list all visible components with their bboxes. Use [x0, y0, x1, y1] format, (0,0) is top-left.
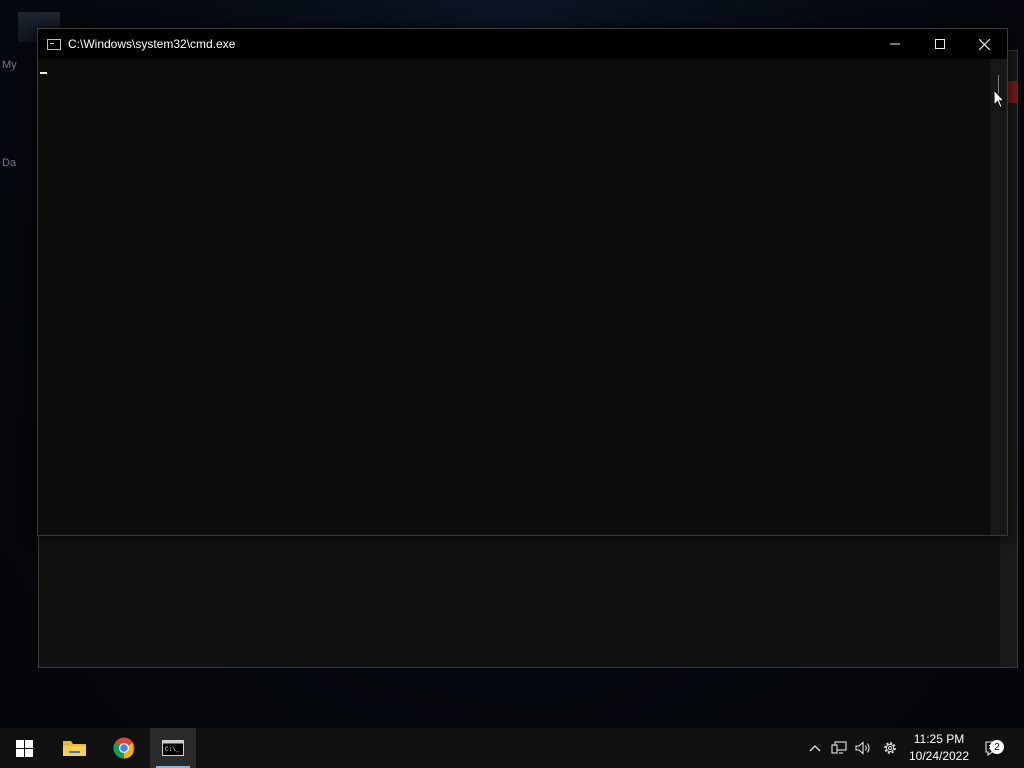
- clock[interactable]: 11:25 PM 10/24/2022: [904, 728, 974, 768]
- chrome-icon: [113, 737, 135, 759]
- show-hidden-icons-button[interactable]: [806, 728, 824, 768]
- minimize-button[interactable]: [872, 29, 917, 59]
- taskbar-file-explorer[interactable]: [50, 728, 98, 768]
- windows-logo-icon: [15, 739, 33, 757]
- title-bar[interactable]: C:\Windows\system32\cmd.exe: [38, 29, 1007, 59]
- maximize-button[interactable]: [917, 29, 962, 59]
- network-icon: [831, 741, 847, 754]
- desktop-label: Da: [2, 157, 17, 169]
- clock-date: 10/24/2022: [908, 749, 970, 763]
- cmd-icon: C:\_: [162, 740, 184, 756]
- maximize-icon: [934, 39, 945, 49]
- volume-icon: [854, 741, 870, 755]
- minimize-icon: [889, 43, 900, 45]
- gear-icon: [884, 742, 896, 754]
- background-window-close-area: [1007, 81, 1017, 103]
- folder-icon: [62, 741, 86, 756]
- desktop-label: My: [2, 59, 17, 71]
- settings-button[interactable]: [878, 728, 902, 768]
- volume-button[interactable]: [852, 728, 874, 768]
- vertical-scrollbar[interactable]: [990, 59, 1007, 535]
- window-title: C:\Windows\system32\cmd.exe: [68, 37, 236, 51]
- chevron-up-icon: [809, 745, 821, 752]
- mouse-pointer-icon: [993, 89, 1005, 109]
- start-button[interactable]: [0, 728, 48, 768]
- cmd-window: C:\Windows\system32\cmd.exe: [37, 28, 1008, 536]
- text-cursor: [40, 72, 47, 74]
- taskbar-chrome[interactable]: [100, 728, 148, 768]
- cmd-icon: [47, 38, 61, 50]
- console-output[interactable]: [38, 59, 990, 535]
- close-icon: [979, 38, 990, 50]
- close-button[interactable]: [962, 29, 1007, 59]
- window-controls: [872, 29, 1007, 59]
- clock-time: 11:25 PM: [913, 732, 965, 746]
- network-button[interactable]: [828, 728, 850, 768]
- taskbar: C:\_ 11:25 PM 10/24/2022 2: [0, 728, 1024, 768]
- taskbar-command-prompt[interactable]: C:\_: [150, 728, 196, 768]
- svg-text:C:\_: C:\_: [165, 746, 180, 753]
- notification-count-badge: 2: [990, 740, 1004, 754]
